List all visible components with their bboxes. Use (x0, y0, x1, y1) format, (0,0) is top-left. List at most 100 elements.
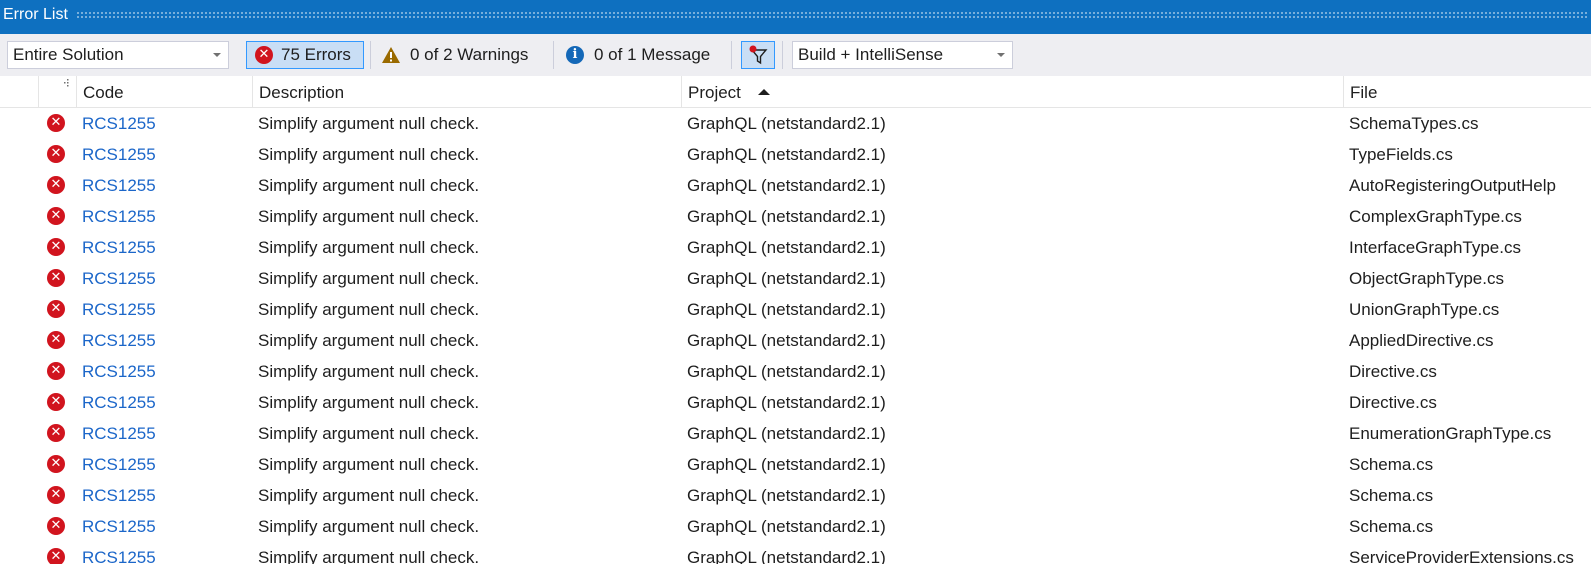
error-code-link[interactable]: RCS1255 (82, 201, 156, 232)
table-row[interactable]: ✕ RCS1255 Simplify argument null check. … (0, 263, 1591, 294)
error-description: Simplify argument null check. (258, 207, 480, 226)
table-row[interactable]: ✕ RCS1255 Simplify argument null check. … (0, 542, 1591, 564)
filter-toggle-button[interactable] (741, 41, 775, 69)
error-project: GraphQL (netstandard2.1) (687, 424, 886, 443)
table-row[interactable]: ✕ RCS1255 Simplify argument null check. … (0, 418, 1591, 449)
info-icon: i (566, 46, 584, 64)
error-icon: ✕ (47, 114, 65, 132)
error-description: Simplify argument null check. (258, 114, 480, 133)
error-file: InterfaceGraphType.cs (1349, 238, 1521, 257)
warnings-filter-button[interactable]: 0 of 2 Warnings (381, 41, 543, 69)
code-column-header[interactable]: Code (76, 76, 252, 107)
error-code-link[interactable]: RCS1255 (82, 139, 156, 170)
error-code-link[interactable]: RCS1255 (82, 511, 156, 542)
error-file: Directive.cs (1349, 362, 1437, 381)
messages-filter-label: 0 of 1 Message (594, 45, 711, 64)
messages-filter-button[interactable]: i 0 of 1 Message (566, 41, 728, 69)
file-column-header[interactable]: File (1343, 76, 1591, 107)
error-code-link[interactable]: RCS1255 (82, 356, 156, 387)
sort-ascending-icon (757, 88, 770, 95)
error-icon: ✕ (47, 300, 65, 318)
error-project: GraphQL (netstandard2.1) (687, 176, 886, 195)
error-code-link[interactable]: RCS1255 (82, 108, 156, 139)
errors-filter-button[interactable]: ✕ 75 Errors (246, 41, 364, 69)
chevron-down-icon (213, 53, 221, 57)
error-description: Simplify argument null check. (258, 362, 480, 381)
description-column-header[interactable]: Description (252, 76, 681, 107)
error-description: Simplify argument null check. (258, 548, 480, 564)
error-code-link[interactable]: RCS1255 (82, 480, 156, 511)
error-code-link[interactable]: RCS1255 (82, 449, 156, 480)
toolbar-separator (731, 41, 732, 69)
error-description: Simplify argument null check. (258, 424, 480, 443)
error-icon: ✕ (47, 331, 65, 349)
error-file: EnumerationGraphType.cs (1349, 424, 1552, 443)
scope-dropdown[interactable]: Entire Solution (7, 41, 229, 69)
error-icon: ✕ (47, 455, 65, 473)
table-row[interactable]: ✕ RCS1255 Simplify argument null check. … (0, 108, 1591, 139)
title-bar[interactable]: Error List (0, 0, 1591, 30)
error-code-link[interactable]: RCS1255 (82, 542, 156, 564)
toolbar: Entire Solution ✕ 75 Errors 0 of 2 Warni… (0, 34, 1591, 76)
error-description: Simplify argument null check. (258, 269, 480, 288)
error-project: GraphQL (netstandard2.1) (687, 238, 886, 257)
chevron-down-icon (997, 53, 1005, 57)
table-row[interactable]: ✕ RCS1255 Simplify argument null check. … (0, 294, 1591, 325)
error-file: AppliedDirective.cs (1349, 331, 1494, 350)
error-file: Schema.cs (1349, 486, 1434, 505)
error-code-link[interactable]: RCS1255 (82, 294, 156, 325)
error-code-link[interactable]: RCS1255 (82, 325, 156, 356)
error-file: ServiceProviderExtensions.cs (1349, 548, 1574, 564)
error-code-link[interactable]: RCS1255 (82, 418, 156, 449)
error-file: Directive.cs (1349, 393, 1437, 412)
error-description: Simplify argument null check. (258, 145, 480, 164)
table-row[interactable]: ✕ RCS1255 Simplify argument null check. … (0, 387, 1591, 418)
error-project: GraphQL (netstandard2.1) (687, 114, 886, 133)
error-description: Simplify argument null check. (258, 393, 480, 412)
error-description: Simplify argument null check. (258, 517, 480, 536)
project-column-label: Project (688, 83, 741, 102)
error-project: GraphQL (netstandard2.1) (687, 207, 886, 226)
error-icon: ✕ (255, 46, 273, 64)
error-project: GraphQL (netstandard2.1) (687, 455, 886, 474)
error-project: GraphQL (netstandard2.1) (687, 269, 886, 288)
toolbar-separator (553, 41, 554, 69)
error-project: GraphQL (netstandard2.1) (687, 362, 886, 381)
error-description: Simplify argument null check. (258, 486, 480, 505)
error-icon: ✕ (47, 269, 65, 287)
error-file: Schema.cs (1349, 455, 1434, 474)
severity-column-header[interactable] (0, 76, 38, 107)
column-chooser-header[interactable] (38, 76, 76, 107)
error-icon: ✕ (47, 176, 65, 194)
table-row[interactable]: ✕ RCS1255 Simplify argument null check. … (0, 449, 1591, 480)
error-file: Schema.cs (1349, 517, 1434, 536)
table-row[interactable]: ✕ RCS1255 Simplify argument null check. … (0, 139, 1591, 170)
error-icon: ✕ (47, 393, 65, 411)
error-icon: ✕ (47, 548, 65, 564)
project-column-header[interactable]: Project (681, 76, 1343, 107)
table-row[interactable]: ✕ RCS1255 Simplify argument null check. … (0, 511, 1591, 542)
table-row[interactable]: ✕ RCS1255 Simplify argument null check. … (0, 232, 1591, 263)
table-row[interactable]: ✕ RCS1255 Simplify argument null check. … (0, 325, 1591, 356)
error-icon: ✕ (47, 238, 65, 256)
error-code-link[interactable]: RCS1255 (82, 263, 156, 294)
error-description: Simplify argument null check. (258, 238, 480, 257)
error-code-link[interactable]: RCS1255 (82, 170, 156, 201)
window-title: Error List (3, 6, 68, 23)
error-file: TypeFields.cs (1349, 145, 1453, 164)
table-row[interactable]: ✕ RCS1255 Simplify argument null check. … (0, 356, 1591, 387)
error-code-link[interactable]: RCS1255 (82, 387, 156, 418)
error-icon: ✕ (47, 424, 65, 442)
source-dropdown-value: Build + IntelliSense (798, 45, 944, 64)
error-description: Simplify argument null check. (258, 300, 480, 319)
table-row[interactable]: ✕ RCS1255 Simplify argument null check. … (0, 201, 1591, 232)
table-row[interactable]: ✕ RCS1255 Simplify argument null check. … (0, 480, 1591, 511)
error-code-link[interactable]: RCS1255 (82, 232, 156, 263)
error-icon: ✕ (47, 362, 65, 380)
table-row[interactable]: ✕ RCS1255 Simplify argument null check. … (0, 170, 1591, 201)
error-list-window: Error List Entire Solution ✕ 75 Errors 0… (0, 0, 1591, 564)
warnings-filter-label: 0 of 2 Warnings (410, 45, 529, 64)
error-project: GraphQL (netstandard2.1) (687, 331, 886, 350)
source-dropdown[interactable]: Build + IntelliSense (792, 41, 1013, 69)
title-bar-grip[interactable] (75, 11, 1587, 19)
